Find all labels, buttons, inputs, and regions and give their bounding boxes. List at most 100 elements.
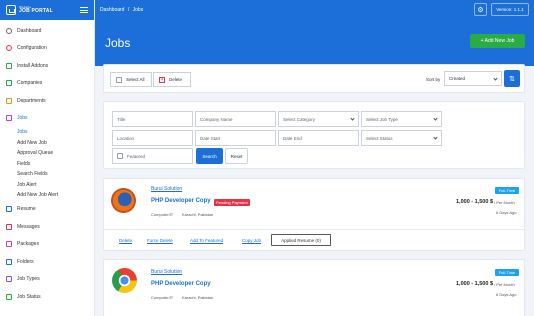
title-filter-input[interactable]: Title — [112, 111, 193, 127]
departments-icon — [6, 97, 12, 104]
date-end-input[interactable]: Date End — [278, 130, 359, 146]
version-badge: Version: 1.1.1 — [491, 3, 529, 16]
breadcrumb-separator: / — [127, 7, 130, 13]
chevron-down-icon — [493, 76, 498, 81]
company-filter-input[interactable]: Company Name — [195, 111, 276, 127]
salary-period: / Per Month — [494, 282, 515, 287]
applied-resume-button[interactable]: Applied Resume (0) — [271, 234, 331, 246]
job-actions-bar: Delete Force Delete Add To Featured Copy… — [104, 229, 524, 251]
delete-button[interactable]: × Delete — [153, 72, 191, 87]
hamburger-menu-icon[interactable] — [80, 7, 88, 13]
breadcrumb: Dashboard / Jobs — [100, 7, 143, 13]
top-bar: Dashboard / Jobs ⚙ Version: 1.1.1 — [95, 0, 534, 20]
messages-icon — [6, 223, 12, 230]
select-all-button[interactable]: Select All — [110, 72, 152, 87]
sidebar-item-messages[interactable]: Messages — [0, 218, 94, 236]
sort-icon: ⇅ — [509, 75, 515, 83]
filter-card: Title Company Name Select Category Selec… — [103, 101, 525, 169]
delete-icon: × — [159, 76, 165, 83]
sidebar-item-jobs[interactable]: Jobs — [0, 110, 94, 128]
job-type-badge: Full-Time — [495, 269, 519, 276]
page-header: Jobs + Add New Job — [95, 20, 534, 66]
sort-by-label: Sort by — [426, 77, 441, 82]
force-delete-link[interactable]: Force Delete — [147, 238, 173, 243]
job-category: Computer/IT — [151, 295, 174, 300]
add-new-job-button[interactable]: + Add New Job — [470, 34, 525, 48]
job-location: Karachi, Pakistan — [182, 295, 214, 300]
sidebar-subitem-add-new-job-alert[interactable]: Add New Job Alert — [0, 190, 94, 201]
reset-button[interactable]: Reset — [225, 148, 248, 164]
sidebar-subitem-search-fields[interactable]: Search Fields — [0, 169, 94, 180]
jobtypes-icon — [6, 276, 12, 283]
addons-icon — [6, 62, 12, 69]
job-title-link[interactable]: PHP Developer Copy — [151, 198, 211, 204]
sidebar-item-companies[interactable]: Companies — [0, 75, 94, 93]
sidebar-subitem-job-alert[interactable]: Job Alert — [0, 180, 94, 191]
delete-link[interactable]: Delete — [119, 238, 132, 243]
company-name-link[interactable]: Burui Solution — [151, 269, 182, 275]
search-button[interactable]: Search — [196, 148, 223, 164]
job-type-select[interactable]: Select Job Type — [361, 111, 442, 127]
packages-icon — [6, 241, 12, 248]
config-icon — [6, 45, 12, 52]
featured-checkbox[interactable] — [117, 153, 123, 159]
companies-icon — [6, 80, 12, 87]
sidebar-subitem-fields[interactable]: Fields — [0, 159, 94, 170]
page-title: Jobs — [105, 36, 131, 50]
jobstatus-icon — [6, 293, 12, 300]
app-logo[interactable]: Website JOB PORTAL — [6, 5, 53, 15]
date-start-input[interactable]: Date Start — [195, 130, 276, 146]
sort-direction-button[interactable]: ⇅ — [504, 70, 520, 87]
sort-select[interactable]: Created — [444, 71, 502, 86]
job-title-link[interactable]: PHP Developer Copy — [151, 281, 211, 287]
job-age: 6 Days Ago — [496, 292, 517, 297]
sidebar-subitem-add-new-job[interactable]: Add New Job — [0, 138, 94, 149]
toolbar-card: Select All × Delete Sort by Created ⇅ — [103, 64, 525, 93]
resume-icon — [6, 206, 12, 213]
job-location: Karachi, Pakistan — [182, 212, 214, 217]
category-select[interactable]: Select Category — [278, 111, 359, 127]
sidebar-item-packages[interactable]: Packages — [0, 236, 94, 254]
copy-job-link[interactable]: Copy Job — [242, 238, 261, 243]
sidebar-header: Website JOB PORTAL — [0, 0, 94, 20]
status-select[interactable]: Select Status — [361, 130, 442, 146]
sidebar-item-install-addons[interactable]: Install Addons — [0, 57, 94, 75]
sidebar-item-departments[interactable]: Departments — [0, 92, 94, 110]
salary-period: / Per Month — [494, 200, 515, 205]
select-all-checkbox[interactable] — [116, 76, 122, 83]
location-filter-input[interactable]: Location — [112, 130, 193, 146]
chevron-down-icon — [433, 116, 438, 121]
featured-checkbox-field[interactable]: Featured — [112, 148, 193, 164]
logo-title: JOB PORTAL — [19, 8, 53, 14]
sidebar-item-job-types[interactable]: Job Types — [0, 271, 94, 289]
job-salary: 1,000 - 1,500 $ — [456, 281, 494, 287]
job-type-badge: Full-Time — [495, 187, 519, 194]
add-to-featured-link[interactable]: Add To Featured — [190, 238, 223, 243]
job-age: 6 Days Ago — [496, 210, 517, 215]
sidebar-item-folders[interactable]: Folders — [0, 253, 94, 271]
company-name-link[interactable]: Burui Solution — [151, 186, 182, 192]
sidebar-item-dashboard[interactable]: Dashboard — [0, 22, 94, 40]
sidebar-item-job-status[interactable]: Job Status — [0, 288, 94, 306]
company-logo — [112, 268, 137, 293]
breadcrumb-jobs: Jobs — [132, 7, 144, 13]
breadcrumb-dashboard[interactable]: Dashboard — [100, 7, 124, 13]
sidebar-item-configuration[interactable]: Configuration — [0, 40, 94, 58]
pending-payment-badge: Pending Payment — [214, 199, 250, 206]
sidebar-item-resume[interactable]: Resume — [0, 201, 94, 219]
sidebar-subitem-approval-queue[interactable]: Approval Queue — [0, 148, 94, 159]
chevron-down-icon — [350, 116, 355, 121]
dashboard-icon — [6, 27, 12, 34]
job-card: Burui Solution PHP Developer Copy Pendin… — [103, 178, 525, 251]
logo-icon — [6, 5, 16, 15]
company-logo — [111, 188, 136, 213]
job-category: Computer/IT — [151, 212, 174, 217]
job-salary: 1,000 - 1,500 $ — [456, 199, 494, 205]
sidebar-subitem-jobs[interactable]: Jobs — [0, 127, 94, 138]
job-card: Burui Solution PHP Developer Copy Comput… — [103, 259, 525, 316]
sidebar: Website JOB PORTAL Dashboard Configurati… — [0, 0, 95, 316]
chevron-down-icon — [433, 135, 438, 140]
jobs-icon — [6, 115, 12, 122]
folders-icon — [6, 258, 12, 265]
gear-icon[interactable]: ⚙ — [474, 3, 487, 16]
